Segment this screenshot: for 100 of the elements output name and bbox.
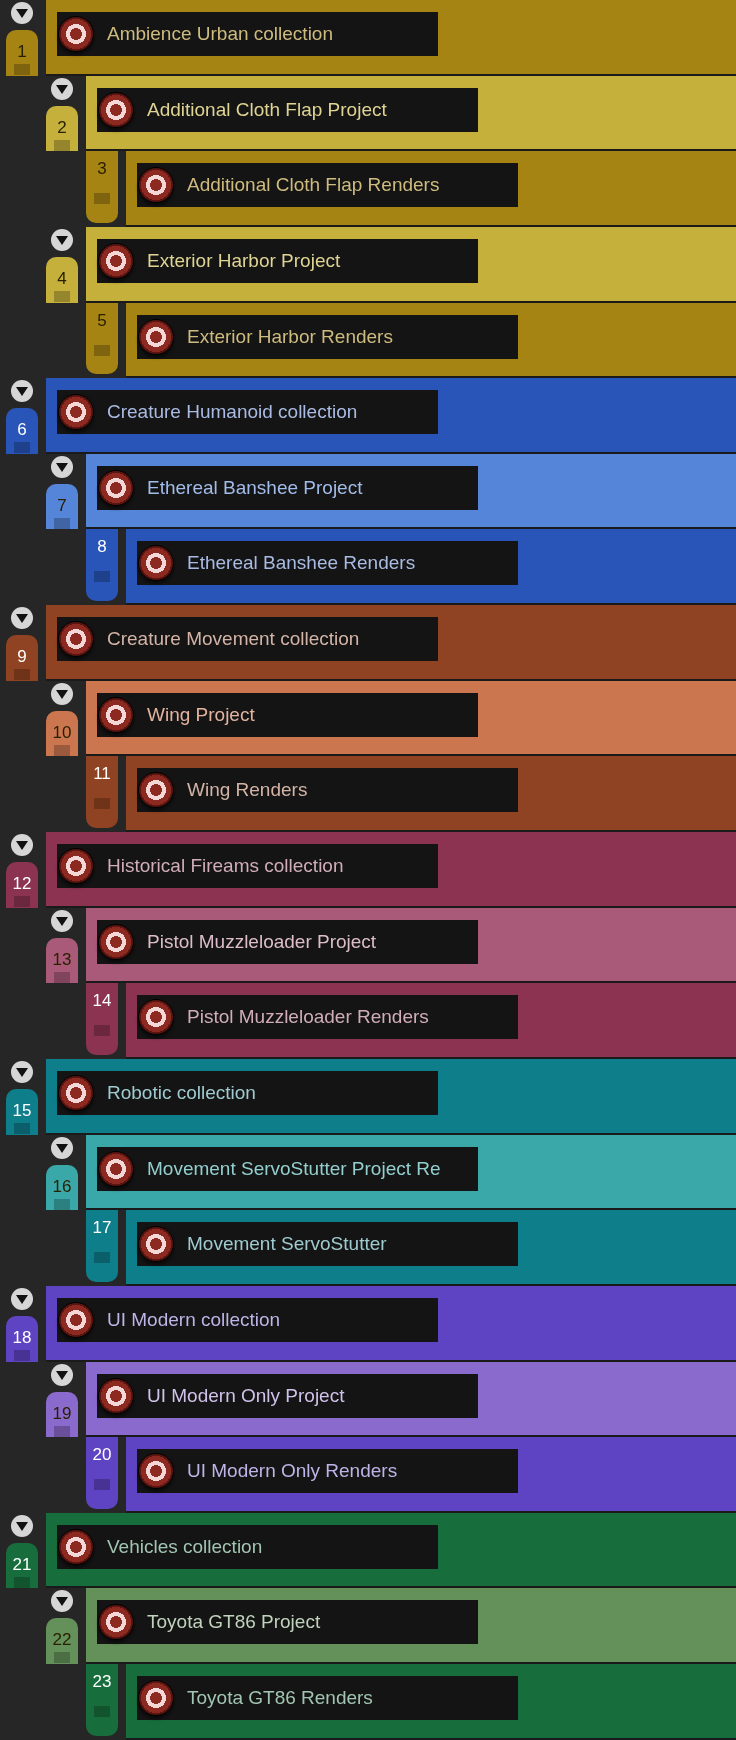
track-number-tab[interactable]: 7 <box>46 483 78 530</box>
track-number-tab[interactable]: 12 <box>6 862 38 908</box>
track-number-tab[interactable]: 20 <box>86 1437 118 1509</box>
track-name-field[interactable]: Toyota GT86 Project <box>97 1600 478 1645</box>
track-number: 13 <box>52 949 72 970</box>
track-number-tab[interactable]: 23 <box>86 1664 118 1736</box>
record-arm-icon[interactable] <box>98 923 134 960</box>
track-number-tab[interactable]: 1 <box>6 30 38 76</box>
track-number-tab[interactable]: 21 <box>6 1542 38 1589</box>
track-name-field[interactable]: Movement ServoStutter <box>137 1222 518 1267</box>
record-arm-icon[interactable] <box>138 1226 174 1263</box>
record-arm-icon[interactable] <box>138 167 174 204</box>
track-number-tab[interactable]: 18 <box>6 1315 38 1362</box>
track-number: 15 <box>12 1100 32 1121</box>
track-name-field[interactable]: Toyota GT86 Renders <box>137 1676 518 1721</box>
track-number: 23 <box>92 1672 112 1693</box>
track-number-tab[interactable]: 10 <box>46 710 78 757</box>
track-name-field[interactable]: Pistol Muzzleloader Renders <box>137 995 518 1040</box>
record-arm-icon[interactable] <box>138 318 174 355</box>
track-number-tab[interactable]: 6 <box>6 408 38 454</box>
record-arm-icon[interactable] <box>98 1604 134 1641</box>
folder-icon <box>54 517 70 529</box>
track-number: 7 <box>57 495 67 516</box>
collapse-toggle[interactable] <box>51 1590 73 1613</box>
collapse-toggle[interactable] <box>11 1060 33 1083</box>
track-number: 3 <box>97 159 107 180</box>
track-number-tab[interactable]: 2 <box>46 105 78 152</box>
track-number-tab[interactable]: 8 <box>86 529 118 602</box>
track-number: 12 <box>12 874 32 895</box>
record-arm-icon[interactable] <box>98 91 134 128</box>
track-name-field[interactable]: Historical Fireams collection <box>57 844 438 889</box>
track-name-field[interactable]: Ethereal Banshee Renders <box>137 541 518 586</box>
collapse-toggle[interactable] <box>51 228 73 251</box>
collapse-toggle[interactable] <box>11 1514 33 1537</box>
record-arm-icon[interactable] <box>58 394 94 431</box>
record-arm-icon[interactable] <box>58 16 94 52</box>
track-number-tab[interactable]: 14 <box>86 983 118 1055</box>
record-arm-icon[interactable] <box>58 848 94 885</box>
track-name-field[interactable]: Vehicles collection <box>57 1524 438 1569</box>
track-name-field[interactable]: Additional Cloth Flap Project <box>97 87 478 132</box>
collapse-toggle[interactable] <box>51 77 73 100</box>
track-name-field[interactable]: Wing Renders <box>137 768 518 813</box>
track-name-field[interactable]: Wing Project <box>97 692 478 737</box>
track-number-tab[interactable]: 22 <box>46 1618 78 1665</box>
collapse-toggle[interactable] <box>11 834 33 857</box>
track-number-tab[interactable]: 15 <box>6 1088 38 1135</box>
track-name-field[interactable]: UI Modern Only Project <box>97 1373 478 1418</box>
folder-icon <box>14 896 30 908</box>
track-name-field[interactable]: Robotic collection <box>57 1070 438 1115</box>
record-arm-icon[interactable] <box>58 1074 94 1111</box>
record-arm-icon[interactable] <box>138 1680 174 1717</box>
record-arm-icon[interactable] <box>98 242 134 279</box>
collapse-toggle[interactable] <box>51 1136 73 1159</box>
track-name-field[interactable]: Additional Cloth Flap Renders <box>137 163 518 208</box>
record-arm-icon[interactable] <box>138 545 174 582</box>
track-name-field[interactable]: Creature Movement collection <box>57 617 438 662</box>
track-number: 18 <box>12 1327 32 1348</box>
collapse-toggle[interactable] <box>11 607 33 630</box>
track-name-field[interactable]: UI Modern Only Renders <box>137 1449 518 1494</box>
track-number-tab[interactable]: 5 <box>86 302 118 375</box>
track-name-field[interactable]: Ethereal Banshee Project <box>97 465 478 510</box>
track-name-field[interactable]: Exterior Harbor Renders <box>137 314 518 359</box>
collapse-toggle[interactable] <box>11 1287 33 1310</box>
collapse-toggle[interactable] <box>11 380 33 403</box>
track-name-field[interactable]: Creature Humanoid collection <box>57 390 438 435</box>
collapse-toggle[interactable] <box>51 909 73 932</box>
collapse-toggle[interactable] <box>51 682 73 705</box>
track-number: 1 <box>17 42 27 62</box>
folder-icon <box>14 64 30 75</box>
record-arm-icon[interactable] <box>58 621 94 658</box>
collapse-toggle[interactable] <box>51 455 73 478</box>
record-arm-icon[interactable] <box>98 1377 134 1414</box>
track-number-tab[interactable]: 4 <box>46 256 78 303</box>
record-arm-icon[interactable] <box>138 772 174 809</box>
record-arm-icon[interactable] <box>58 1528 94 1565</box>
track-name-field[interactable]: UI Modern collection <box>57 1297 438 1342</box>
record-arm-icon[interactable] <box>138 1453 174 1490</box>
track-name-field[interactable]: Pistol Muzzleloader Project <box>97 919 478 964</box>
folder-icon <box>14 442 30 454</box>
track-number-tab[interactable]: 19 <box>46 1391 78 1438</box>
collapse-toggle[interactable] <box>51 1363 73 1386</box>
folder-icon <box>54 744 70 756</box>
folder-icon <box>94 798 110 810</box>
track-name-field[interactable]: Ambience Urban collection <box>57 12 438 56</box>
record-arm-icon[interactable] <box>98 696 134 733</box>
record-arm-icon[interactable] <box>58 1301 94 1338</box>
track-number-tab[interactable]: 17 <box>86 1210 118 1282</box>
record-arm-icon[interactable] <box>98 1150 134 1187</box>
track-number: 16 <box>52 1176 72 1197</box>
track-name-field[interactable]: Exterior Harbor Project <box>97 238 478 283</box>
track-name-field[interactable]: Movement ServoStutter Project Re <box>97 1146 478 1191</box>
track-number-tab[interactable]: 11 <box>86 756 118 829</box>
folder-icon <box>94 1706 110 1718</box>
record-arm-icon[interactable] <box>98 469 134 506</box>
track-number-tab[interactable]: 3 <box>86 151 118 223</box>
track-number-tab[interactable]: 16 <box>46 1164 78 1211</box>
collapse-toggle[interactable] <box>11 2 33 24</box>
track-number-tab[interactable]: 9 <box>6 635 38 681</box>
record-arm-icon[interactable] <box>138 999 174 1036</box>
track-number: 19 <box>52 1403 72 1424</box>
